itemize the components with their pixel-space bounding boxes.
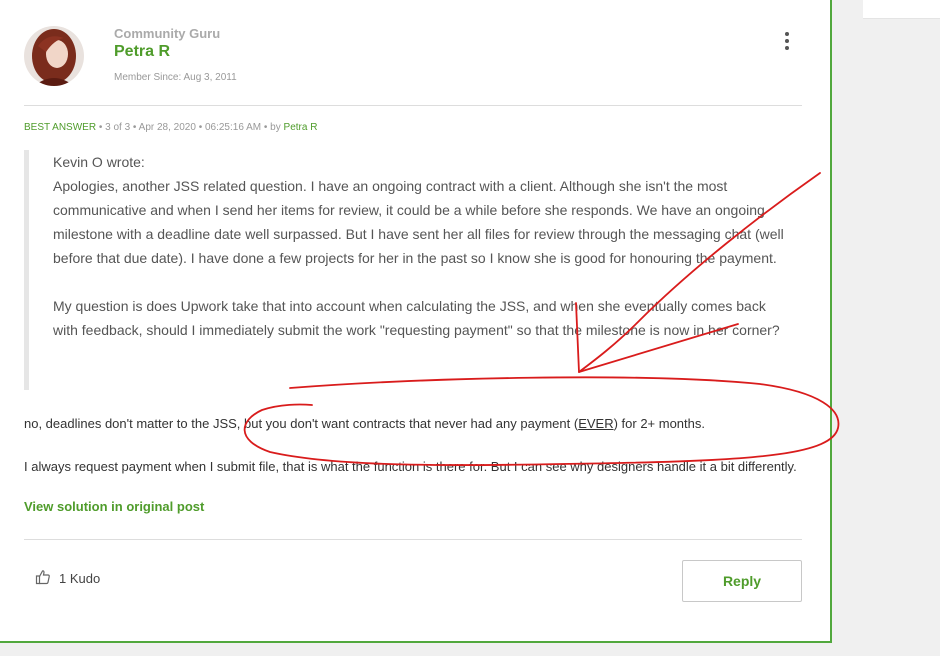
footer-divider [24, 539, 802, 540]
forum-post-card: Community Guru Petra R Member Since: Aug… [0, 0, 832, 643]
reply-line-2: I always request payment when I submit f… [24, 459, 797, 474]
member-since: Member Since: Aug 3, 2011 [114, 72, 237, 83]
avatar[interactable] [24, 26, 84, 86]
quote-paragraph-2: My question is does Upwork take that int… [53, 298, 780, 338]
post-meta-details: • 3 of 3 • Apr 28, 2020 • 06:25:16 AM • … [98, 122, 284, 133]
quote-paragraph-1: Apologies, another JSS related question.… [53, 178, 784, 266]
quote-intro: Kevin O wrote: [53, 154, 145, 170]
header-divider [24, 105, 802, 106]
post-meta-author-link[interactable]: Petra R [284, 122, 318, 133]
ever-emphasis: EVER [578, 416, 614, 431]
quoted-message: Kevin O wrote: Apologies, another JSS re… [24, 150, 784, 390]
author-name-link[interactable]: Petra R [114, 43, 170, 61]
kudo-count: 1 Kudo [59, 571, 101, 586]
sidebar-widget [863, 0, 940, 19]
reply-button[interactable]: Reply [682, 560, 802, 602]
view-solution-link[interactable]: View solution in original post [24, 499, 204, 514]
author-rank: Community Guru [114, 26, 221, 41]
best-answer-badge: BEST ANSWER [24, 122, 97, 133]
thumbs-up-icon [35, 569, 51, 588]
kudo-button[interactable]: 1 Kudo [35, 569, 100, 588]
post-options-menu-icon[interactable] [780, 32, 794, 50]
post-meta: BEST ANSWER • 3 of 3 • Apr 28, 2020 • 06… [24, 122, 317, 133]
reply-line-1: no, deadlines don't matter to the JSS, b… [24, 416, 705, 431]
